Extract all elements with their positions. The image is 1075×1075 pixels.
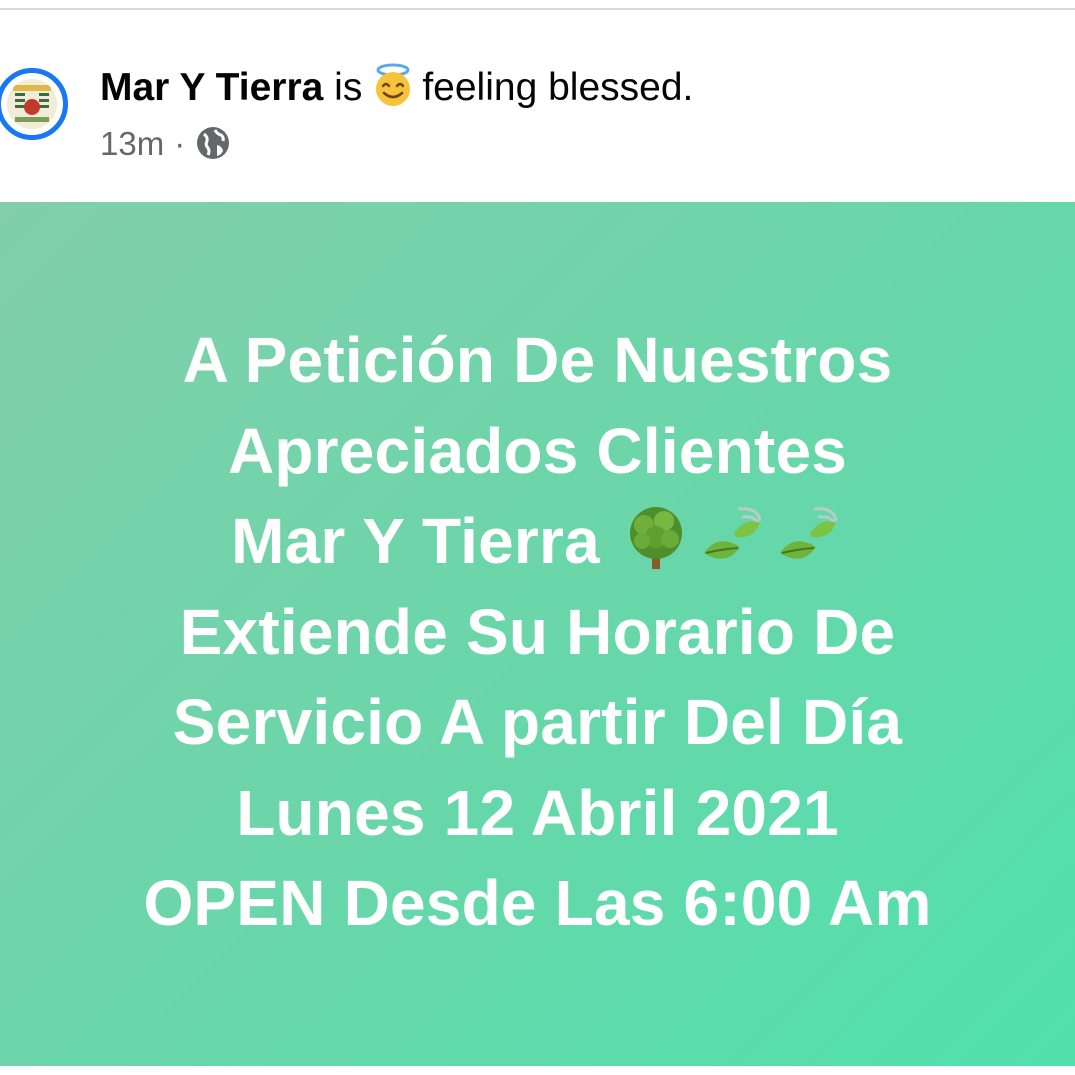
banner-line-2: Apreciados Clientes [227, 414, 848, 487]
deciduous-tree-icon [620, 501, 692, 597]
activity-text: feeling blessed. [422, 66, 694, 109]
banner-line-3-text: Mar Y Tierra [231, 505, 600, 577]
activity-prefix: is [334, 66, 363, 109]
post-meta: 13m · [100, 124, 231, 170]
banner-line-1: A Petición De Nuestros [182, 324, 893, 396]
bottom-strip [0, 1066, 1075, 1075]
author-name[interactable]: Mar Y Tierra [100, 66, 323, 109]
leaf-fluttering-in-wind-icon [774, 503, 844, 597]
globe-icon[interactable] [195, 125, 231, 170]
facebook-post: Mar Y Tierra is feeling blessed. 13m · A… [0, 0, 1075, 1075]
banner-line-5: Servicio A partir Del Día [172, 686, 903, 758]
banner-line-6: Lunes 12 Abril 2021 [236, 776, 839, 849]
banner-text: A Petición De Nuestros Apreciados Client… [0, 315, 1075, 949]
leaf-fluttering-in-wind-icon [698, 503, 768, 597]
author-avatar[interactable] [0, 68, 68, 140]
post-headline: Mar Y Tierra is feeling blessed. [100, 62, 693, 119]
avatar-image [7, 79, 57, 129]
top-divider [0, 0, 1075, 10]
smiling-face-with-halo-icon [370, 62, 416, 119]
background-text-banner: A Petición De Nuestros Apreciados Client… [0, 202, 1075, 1066]
post-header: Mar Y Tierra is feeling blessed. 13m · [0, 10, 1075, 202]
post-timestamp[interactable]: 13m [100, 125, 164, 162]
banner-line-7: OPEN Desde Las 6:00 Am [143, 867, 932, 939]
banner-line-4: Extiende Su Horario De [179, 595, 896, 668]
banner-line-3: Mar Y Tierra [0, 496, 1075, 587]
meta-separator: · [174, 125, 186, 162]
